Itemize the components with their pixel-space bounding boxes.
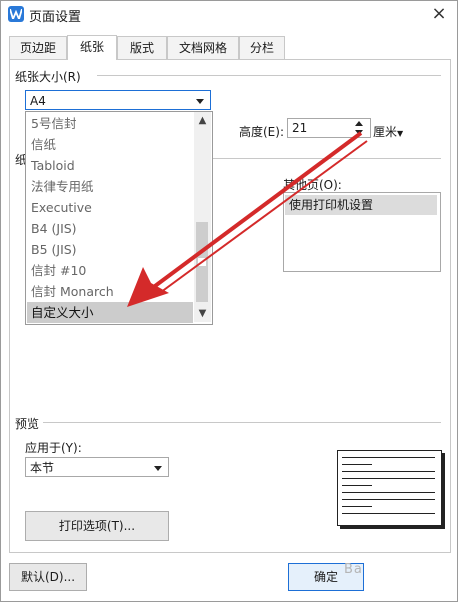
list-item[interactable]: B5 (JIS) xyxy=(27,239,193,260)
tab-columns[interactable]: 分栏 xyxy=(239,36,285,59)
preview-line xyxy=(342,513,435,514)
group-divider xyxy=(211,158,441,159)
chevron-down-icon xyxy=(154,466,162,471)
apply-to-combobox[interactable]: 本节 xyxy=(25,457,169,477)
list-item[interactable]: Executive xyxy=(27,197,193,218)
preview-group-label: 预览 xyxy=(15,417,40,431)
tab-layout[interactable]: 版式 xyxy=(117,36,167,59)
list-item[interactable]: 法律专用纸 xyxy=(27,176,193,197)
preview-line xyxy=(342,471,435,472)
preview-line xyxy=(342,492,435,493)
unit-dropdown[interactable]: 厘米▼ xyxy=(373,123,403,140)
close-icon[interactable]: × xyxy=(421,1,457,27)
preview-line xyxy=(342,457,435,458)
list-item[interactable]: 使用打印机设置 xyxy=(285,195,437,215)
list-item[interactable]: 5号信封 xyxy=(27,113,193,134)
list-item[interactable]: 信纸 xyxy=(27,134,193,155)
preview-line xyxy=(342,478,435,479)
watermark: Ba xyxy=(344,562,363,577)
spin-up-icon[interactable] xyxy=(355,121,363,126)
scrollbar-grip xyxy=(198,258,206,266)
list-item[interactable]: 信封 #10 xyxy=(27,260,193,281)
wps-writer-icon xyxy=(8,6,24,22)
paper-size-group-label: 纸张大小(R) xyxy=(15,70,81,84)
chevron-down-icon: ▼ xyxy=(397,129,404,138)
other-pages-label: 其他页(O): xyxy=(283,178,342,192)
dialog-title: 页面设置 xyxy=(29,10,82,25)
height-spinner[interactable] xyxy=(351,119,369,137)
paper-size-selected: A4 xyxy=(30,94,46,108)
other-pages-listbox[interactable]: 使用打印机设置 xyxy=(283,192,441,272)
tab-document-grid[interactable]: 文档网格 xyxy=(167,36,239,59)
paper-size-dropdown-list[interactable]: 5号信封 信纸 Tabloid 法律专用纸 Executive B4 (JIS)… xyxy=(25,111,213,325)
list-item[interactable]: 信封 Monarch xyxy=(27,281,193,302)
scroll-up-icon[interactable]: ▲ xyxy=(194,112,211,129)
preview-line xyxy=(342,485,372,486)
group-divider xyxy=(97,75,441,76)
list-item[interactable]: B4 (JIS) xyxy=(27,218,193,239)
height-value: 21 xyxy=(292,121,308,135)
spin-down-icon[interactable] xyxy=(355,130,363,135)
page-preview-thumbnail xyxy=(337,450,442,526)
chevron-down-icon xyxy=(196,99,204,104)
dropdown-scrollbar[interactable]: ▲ ▼ xyxy=(194,112,211,322)
page-setup-dialog: 页面设置 × 页边距 纸张 版式 文档网格 分栏 纸张大小(R) A4 高度(E… xyxy=(0,0,458,602)
apply-to-value: 本节 xyxy=(30,461,55,475)
preview-line xyxy=(342,499,435,500)
print-options-button[interactable]: 打印选项(T)... xyxy=(25,511,169,541)
default-button[interactable]: 默认(D)... xyxy=(9,563,87,591)
scroll-down-icon[interactable]: ▼ xyxy=(194,305,211,322)
tab-margins[interactable]: 页边距 xyxy=(9,36,67,59)
height-label: 高度(E): xyxy=(239,125,284,139)
list-item[interactable]: Tabloid xyxy=(27,155,193,176)
apply-to-label: 应用于(Y): xyxy=(25,441,82,455)
preview-line xyxy=(342,506,372,507)
list-item-custom-size[interactable]: 自定义大小 xyxy=(27,302,193,323)
group-divider xyxy=(43,422,441,423)
tab-paper[interactable]: 纸张 xyxy=(67,35,117,60)
paper-size-combobox[interactable]: A4 xyxy=(25,90,211,110)
unit-label: 厘米 xyxy=(373,125,398,139)
title-bar: 页面设置 × xyxy=(1,1,457,29)
preview-line xyxy=(342,464,372,465)
